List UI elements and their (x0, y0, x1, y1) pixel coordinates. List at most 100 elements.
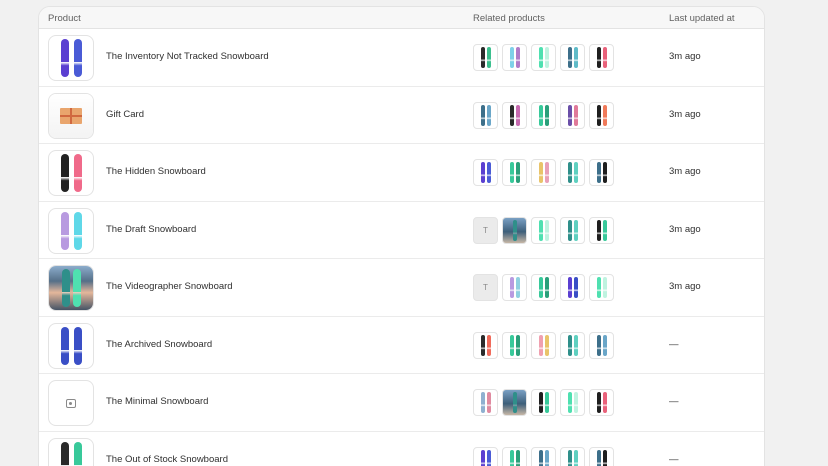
related-product-thumbnail[interactable] (473, 101, 498, 129)
snowboard-image (515, 104, 520, 126)
related-product-thumbnail[interactable] (502, 101, 527, 129)
snowboard-image (512, 392, 517, 413)
related-product-thumbnail[interactable] (531, 331, 556, 359)
snowboard-image (544, 47, 549, 68)
snowboard-image (544, 449, 549, 466)
product-name-link[interactable]: Gift Card (106, 109, 144, 120)
related-product-thumbnail[interactable] (531, 44, 556, 71)
product-name-link[interactable]: The Out of Stock Snowboard (106, 454, 228, 465)
related-product-thumbnail[interactable]: T (473, 274, 498, 301)
related-product-thumbnail[interactable] (473, 159, 498, 186)
product-thumbnail[interactable] (48, 92, 94, 139)
product-name-link[interactable]: The Archived Snowboard (106, 339, 212, 350)
related-product-thumbnail[interactable] (589, 274, 614, 301)
product-thumbnail[interactable] (48, 265, 94, 311)
related-product-thumbnail[interactable] (589, 44, 614, 71)
snowboard-image (573, 334, 578, 356)
related-product-thumbnail[interactable] (560, 44, 585, 71)
related-product-thumbnail[interactable] (531, 389, 556, 416)
related-product-thumbnail[interactable] (560, 274, 585, 301)
related-product-thumbnail[interactable] (473, 389, 498, 416)
product-thumbnail[interactable] (48, 35, 94, 81)
product-name-link[interactable]: The Videographer Snowboard (106, 281, 233, 292)
related-product-thumbnail[interactable] (502, 389, 527, 416)
related-product-thumbnail[interactable] (473, 446, 498, 466)
snowboard-image (515, 334, 520, 356)
related-product-thumbnail[interactable] (589, 389, 614, 416)
snowboard-image (512, 219, 517, 241)
related-product-thumbnail[interactable] (589, 216, 614, 244)
table-row[interactable]: The Draft Snowboard T 3m ago (39, 202, 764, 259)
snowboard-image (573, 219, 578, 241)
related-products-list (473, 389, 614, 416)
snowboard-image (573, 392, 578, 413)
related-product-thumbnail[interactable] (560, 446, 585, 466)
snowboard-image (486, 334, 491, 356)
product-thumbnail[interactable] (48, 437, 94, 466)
snowboard-image (60, 441, 69, 466)
related-product-thumbnail[interactable] (502, 274, 527, 301)
product-thumbnail[interactable] (48, 322, 94, 369)
related-product-thumbnail[interactable] (589, 331, 614, 359)
table-row[interactable]: The Inventory Not Tracked Snowboard 3m ag… (39, 29, 764, 87)
related-product-thumbnail[interactable] (560, 101, 585, 129)
image-placeholder-icon (66, 398, 76, 408)
related-product-thumbnail[interactable] (502, 331, 527, 359)
product-photo (49, 266, 93, 310)
snowboard-image (596, 162, 601, 183)
snowboard-image (60, 211, 69, 250)
product-name-link[interactable]: The Inventory Not Tracked Snowboard (106, 51, 269, 62)
related-product-thumbnail[interactable] (473, 331, 498, 359)
related-product-thumbnail[interactable] (560, 216, 585, 244)
related-product-thumbnail[interactable] (560, 331, 585, 359)
product-thumbnail[interactable] (48, 150, 94, 196)
product-name-link[interactable]: The Minimal Snowboard (106, 396, 208, 407)
related-product-thumbnail[interactable] (502, 159, 527, 186)
snowboard-image (596, 277, 601, 298)
snowboard-image (509, 47, 514, 68)
related-product-thumbnail[interactable] (473, 44, 498, 71)
related-product-thumbnail[interactable] (531, 101, 556, 129)
related-product-thumbnail[interactable] (589, 159, 614, 186)
snowboard-image (480, 334, 485, 356)
snowboard-image (509, 449, 514, 466)
snowboard-image (567, 162, 572, 183)
column-header-product: Product (48, 13, 81, 24)
related-product-thumbnail[interactable] (502, 216, 527, 244)
product-thumbnail[interactable] (48, 380, 94, 426)
table-row[interactable]: The Out of Stock Snowboard — (39, 432, 764, 466)
related-product-thumbnail[interactable] (560, 159, 585, 186)
related-product-thumbnail[interactable]: T (473, 216, 498, 244)
table-row[interactable]: The Minimal Snowboard — (39, 374, 764, 432)
related-product-thumbnail[interactable] (531, 446, 556, 466)
snowboard-image (538, 449, 543, 466)
snowboard-image (602, 162, 607, 183)
product-thumbnail[interactable] (48, 207, 94, 254)
related-product-thumbnail[interactable] (502, 44, 527, 71)
table-row[interactable]: The Videographer Snowboard T 3m ago (39, 259, 764, 317)
gift-icon (60, 107, 82, 124)
related-product-thumbnail[interactable] (502, 446, 527, 466)
snowboard-image (567, 277, 572, 298)
related-product-thumbnail[interactable] (531, 216, 556, 244)
table-row[interactable]: The Hidden Snowboard 3m ago (39, 144, 764, 202)
related-product-thumbnail[interactable] (531, 274, 556, 301)
product-name-link[interactable]: The Draft Snowboard (106, 224, 196, 235)
last-updated-value: 3m ago (669, 51, 701, 62)
product-name-link[interactable]: The Hidden Snowboard (106, 166, 206, 177)
related-product-thumbnail[interactable] (589, 101, 614, 129)
related-product-thumbnail[interactable] (560, 389, 585, 416)
snowboard-image (515, 47, 520, 68)
snowboard-image (480, 162, 485, 183)
table-row[interactable]: Gift Card 3m ago (39, 87, 764, 144)
snowboard-image (544, 392, 549, 413)
snowboard-image (480, 449, 485, 466)
snowboard-image (596, 47, 601, 68)
last-updated-value: 3m ago (669, 281, 701, 292)
related-product-thumbnail[interactable] (589, 446, 614, 466)
related-product-thumbnail[interactable] (531, 159, 556, 186)
snowboard-image (538, 104, 543, 126)
snowboard-image (515, 162, 520, 183)
snowboard-image (544, 162, 549, 183)
table-row[interactable]: The Archived Snowboard — (39, 317, 764, 374)
